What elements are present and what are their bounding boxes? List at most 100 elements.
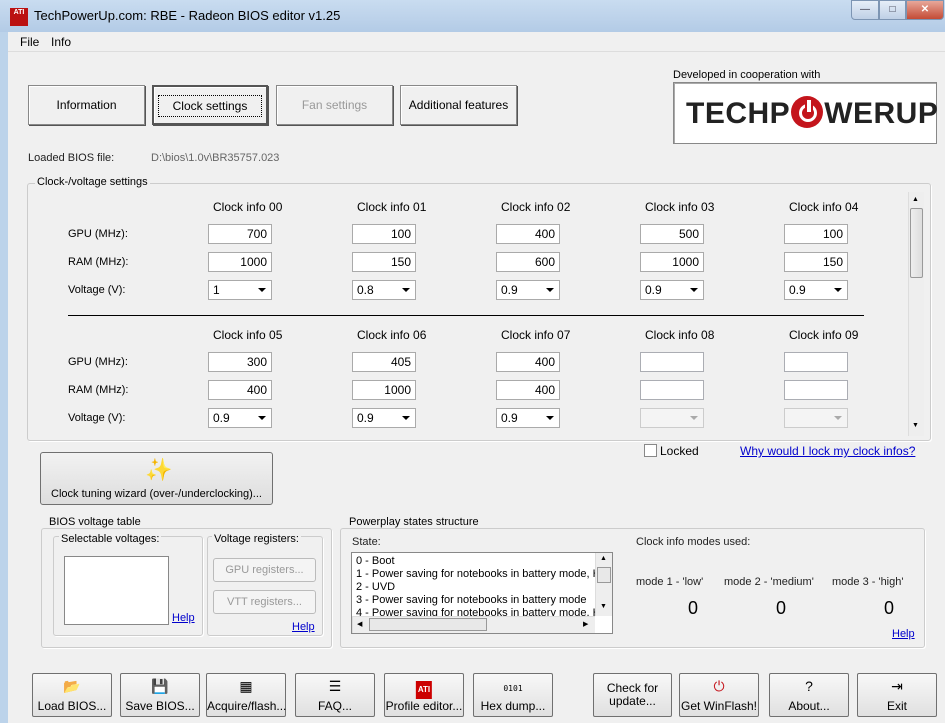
locked-checkbox[interactable]: [644, 444, 657, 457]
ram-mhz-input[interactable]: 600: [496, 252, 560, 272]
scroll-down-icon[interactable]: ▼: [912, 422, 919, 429]
gpu-mhz-input[interactable]: 300: [208, 352, 272, 372]
selectable-voltages-list[interactable]: [64, 556, 169, 625]
voltage-select[interactable]: 0.8: [352, 280, 416, 300]
voltage-select[interactable]: 0.9: [496, 408, 560, 428]
mode-label: mode 1 - 'low': [636, 576, 704, 588]
scroll-down-icon[interactable]: ▼: [600, 603, 607, 610]
gpu-mhz-input[interactable]: 400: [496, 352, 560, 372]
voltage-help-link[interactable]: Help: [172, 612, 195, 624]
modes-used-label: Clock info modes used:: [636, 536, 751, 548]
scroll-right-icon[interactable]: ▶: [583, 620, 588, 628]
voltage-registers-label: Voltage registers:: [212, 533, 301, 545]
mode-count: 0: [884, 598, 895, 618]
state-list-item[interactable]: 0 - Boot: [356, 555, 596, 568]
chevron-down-icon: [690, 288, 698, 292]
gpu-mhz-input[interactable]: 400: [496, 224, 560, 244]
scroll-up-icon[interactable]: ▲: [600, 555, 607, 562]
close-button[interactable]: ✕: [906, 0, 944, 20]
state-list[interactable]: 0 - Boot 1 - Power saving for notebooks i…: [351, 552, 613, 634]
clock-info-header: Clock info 01: [357, 200, 427, 214]
row-label-gpu: GPU (MHz):: [68, 228, 128, 240]
menu-info[interactable]: Info: [51, 35, 71, 49]
client-area: Information Clock settings Fan settings …: [8, 52, 945, 723]
locked-label: Locked: [660, 444, 699, 458]
ram-mhz-input[interactable]: 400: [496, 380, 560, 400]
check-update-button[interactable]: Check for update...: [593, 673, 672, 717]
ram-mhz-input[interactable]: 1000: [640, 252, 704, 272]
chevron-down-icon: [546, 416, 554, 420]
button-label: Get WinFlash!: [680, 699, 758, 713]
ram-mhz-input[interactable]: [640, 380, 704, 400]
voltage-select[interactable]: 0.9: [496, 280, 560, 300]
ram-mhz-input[interactable]: 400: [208, 380, 272, 400]
window-title: TechPowerUp.com: RBE - Radeon BIOS edito…: [34, 8, 341, 23]
vtt-registers-button: VTT registers...: [213, 590, 316, 614]
state-vscroll[interactable]: ▲ ▼: [595, 553, 612, 616]
acquire-flash-button[interactable]: ▦ Acquire/flash...: [206, 673, 286, 717]
chevron-down-icon: [402, 288, 410, 292]
wizard-label: Clock tuning wizard (over-/underclocking…: [51, 488, 262, 500]
why-lock-link[interactable]: Why would I lock my clock infos?: [740, 444, 915, 458]
clock-info-header: Clock info 09: [789, 328, 859, 342]
load-bios-button[interactable]: 📂 Load BIOS...: [32, 673, 112, 717]
gpu-mhz-input[interactable]: 700: [208, 224, 272, 244]
voltage-select[interactable]: 0.9: [208, 408, 272, 428]
ram-mhz-input[interactable]: 1000: [352, 380, 416, 400]
ram-mhz-input[interactable]: 150: [784, 252, 848, 272]
clock-tuning-wizard-button[interactable]: ✨ Clock tuning wizard (over-/underclocki…: [40, 452, 273, 505]
get-winflash-button[interactable]: ⏻ Get WinFlash!: [679, 673, 759, 717]
faq-icon: ☰: [328, 678, 342, 694]
voltage-table-title: BIOS voltage table: [47, 516, 143, 528]
scroll-thumb[interactable]: [597, 567, 611, 583]
maximize-button[interactable]: □: [879, 0, 906, 20]
voltage-select[interactable]: 0.9: [640, 280, 704, 300]
button-label: Exit: [886, 699, 907, 713]
faq-button[interactable]: ☰ FAQ...: [295, 673, 375, 717]
title-bar: ATI TechPowerUp.com: RBE - Radeon BIOS e…: [0, 0, 945, 32]
voltage-value: 0.8: [357, 283, 374, 297]
registers-help-link[interactable]: Help: [292, 621, 315, 633]
state-list-item[interactable]: 2 - UVD: [356, 581, 596, 594]
voltage-select[interactable]: 1: [208, 280, 272, 300]
selectable-voltages-label: Selectable voltages:: [59, 533, 162, 545]
scroll-left-icon[interactable]: ◀: [357, 620, 362, 628]
ram-mhz-input[interactable]: 1000: [208, 252, 272, 272]
save-bios-button[interactable]: 💾 Save BIOS...: [120, 673, 200, 717]
gpu-mhz-input[interactable]: 405: [352, 352, 416, 372]
profile-editor-button[interactable]: ATI Profile editor...: [384, 673, 464, 717]
state-list-item[interactable]: 1 - Power saving for notebooks in batter…: [356, 568, 596, 581]
hex-dump-button[interactable]: 0101 Hex dump...: [473, 673, 553, 717]
about-button[interactable]: ? About...: [769, 673, 849, 717]
scroll-thumb[interactable]: [369, 618, 487, 631]
button-label: Profile editor...: [385, 699, 463, 713]
gpu-mhz-input[interactable]: 100: [784, 224, 848, 244]
clock-scrollbar[interactable]: ▲ ▼: [908, 192, 924, 436]
state-hscroll[interactable]: ◀ ▶: [352, 616, 595, 633]
scroll-thumb[interactable]: [910, 208, 923, 278]
gpu-mhz-input[interactable]: [640, 352, 704, 372]
gpu-mhz-input[interactable]: 500: [640, 224, 704, 244]
clock-info-header: Clock info 03: [645, 200, 715, 214]
exit-button[interactable]: ⇥ Exit: [857, 673, 937, 717]
gpu-mhz-input[interactable]: [784, 352, 848, 372]
ram-mhz-input[interactable]: 150: [352, 252, 416, 272]
minimize-button[interactable]: —: [851, 0, 879, 20]
mode-count: 0: [688, 598, 699, 618]
chevron-down-icon: [258, 288, 266, 292]
chevron-down-icon: [546, 288, 554, 292]
mode-label: mode 2 - 'medium': [724, 576, 814, 588]
voltage-select[interactable]: 0.9: [784, 280, 848, 300]
scroll-up-icon[interactable]: ▲: [912, 196, 919, 203]
ram-mhz-input[interactable]: [784, 380, 848, 400]
row-label-voltage: Voltage (V):: [68, 284, 126, 296]
voltage-select[interactable]: 0.9: [352, 408, 416, 428]
gpu-mhz-input[interactable]: 100: [352, 224, 416, 244]
button-label: About...: [788, 699, 830, 713]
powerplay-help-link[interactable]: Help: [892, 628, 915, 640]
state-list-item[interactable]: 3 - Power saving for notebooks in batter…: [356, 594, 596, 607]
mode-count: 0: [776, 598, 787, 618]
menu-file[interactable]: File: [20, 35, 39, 49]
info-icon: ?: [805, 678, 813, 694]
button-label: Acquire/flash...: [207, 699, 287, 713]
